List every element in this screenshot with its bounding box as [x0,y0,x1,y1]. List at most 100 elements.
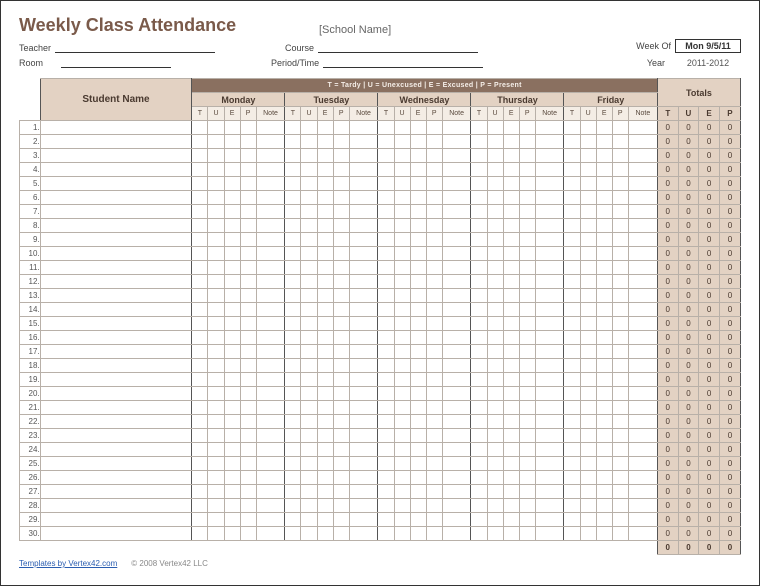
attendance-cell[interactable] [394,191,410,205]
attendance-cell[interactable] [426,121,442,135]
attendance-cell[interactable] [285,401,301,415]
attendance-cell[interactable] [596,499,612,513]
attendance-cell[interactable] [426,135,442,149]
attendance-cell[interactable] [596,513,612,527]
student-name-cell[interactable] [40,219,192,233]
attendance-cell[interactable] [410,233,426,247]
attendance-cell[interactable] [503,401,519,415]
attendance-cell[interactable] [410,387,426,401]
attendance-cell[interactable] [426,429,442,443]
attendance-cell[interactable] [208,387,224,401]
attendance-cell[interactable] [208,177,224,191]
attendance-cell[interactable] [333,233,349,247]
attendance-cell[interactable] [301,485,317,499]
student-name-cell[interactable] [40,275,192,289]
attendance-cell[interactable] [301,359,317,373]
student-name-cell[interactable] [40,513,192,527]
attendance-cell[interactable] [224,373,240,387]
attendance-cell[interactable] [487,345,503,359]
attendance-cell[interactable] [349,471,378,485]
attendance-cell[interactable] [628,121,657,135]
attendance-cell[interactable] [487,317,503,331]
attendance-cell[interactable] [349,275,378,289]
attendance-cell[interactable] [519,177,535,191]
attendance-cell[interactable] [612,317,628,331]
attendance-cell[interactable] [333,527,349,541]
attendance-cell[interactable] [208,485,224,499]
attendance-cell[interactable] [519,247,535,261]
attendance-cell[interactable] [628,429,657,443]
attendance-cell[interactable] [580,443,596,457]
attendance-cell[interactable] [426,513,442,527]
student-name-cell[interactable] [40,401,192,415]
attendance-cell[interactable] [410,345,426,359]
attendance-cell[interactable] [471,149,487,163]
attendance-cell[interactable] [564,471,580,485]
attendance-cell[interactable] [503,359,519,373]
attendance-cell[interactable] [317,233,333,247]
attendance-cell[interactable] [628,527,657,541]
attendance-cell[interactable] [224,261,240,275]
attendance-cell[interactable] [535,121,564,135]
attendance-cell[interactable] [519,415,535,429]
attendance-cell[interactable] [580,219,596,233]
attendance-cell[interactable] [192,471,208,485]
attendance-cell[interactable] [503,499,519,513]
attendance-cell[interactable] [301,219,317,233]
attendance-cell[interactable] [596,261,612,275]
attendance-cell[interactable] [596,345,612,359]
attendance-cell[interactable] [256,303,285,317]
attendance-cell[interactable] [471,373,487,387]
attendance-cell[interactable] [192,331,208,345]
attendance-cell[interactable] [349,135,378,149]
attendance-cell[interactable] [224,289,240,303]
attendance-cell[interactable] [580,289,596,303]
attendance-cell[interactable] [564,317,580,331]
attendance-cell[interactable] [256,261,285,275]
attendance-cell[interactable] [192,317,208,331]
attendance-cell[interactable] [240,513,256,527]
attendance-cell[interactable] [628,275,657,289]
attendance-cell[interactable] [349,289,378,303]
attendance-cell[interactable] [224,471,240,485]
attendance-cell[interactable] [442,135,471,149]
attendance-cell[interactable] [471,205,487,219]
attendance-cell[interactable] [535,233,564,247]
attendance-cell[interactable] [394,219,410,233]
attendance-cell[interactable] [580,247,596,261]
attendance-cell[interactable] [256,247,285,261]
attendance-cell[interactable] [612,289,628,303]
attendance-cell[interactable] [256,471,285,485]
attendance-cell[interactable] [503,219,519,233]
attendance-cell[interactable] [192,401,208,415]
attendance-cell[interactable] [333,177,349,191]
attendance-cell[interactable] [410,289,426,303]
attendance-cell[interactable] [410,219,426,233]
attendance-cell[interactable] [487,415,503,429]
attendance-cell[interactable] [349,177,378,191]
attendance-cell[interactable] [285,247,301,261]
student-name-cell[interactable] [40,485,192,499]
attendance-cell[interactable] [349,303,378,317]
attendance-cell[interactable] [301,527,317,541]
attendance-cell[interactable] [442,401,471,415]
attendance-cell[interactable] [317,191,333,205]
attendance-cell[interactable] [256,219,285,233]
attendance-cell[interactable] [285,121,301,135]
attendance-cell[interactable] [503,275,519,289]
attendance-cell[interactable] [628,303,657,317]
attendance-cell[interactable] [612,345,628,359]
attendance-cell[interactable] [285,177,301,191]
attendance-cell[interactable] [426,401,442,415]
attendance-cell[interactable] [192,163,208,177]
attendance-cell[interactable] [426,485,442,499]
student-name-cell[interactable] [40,345,192,359]
attendance-cell[interactable] [208,429,224,443]
attendance-cell[interactable] [503,303,519,317]
attendance-cell[interactable] [519,387,535,401]
attendance-cell[interactable] [192,457,208,471]
attendance-cell[interactable] [285,429,301,443]
attendance-cell[interactable] [503,387,519,401]
attendance-cell[interactable] [426,275,442,289]
attendance-cell[interactable] [256,443,285,457]
